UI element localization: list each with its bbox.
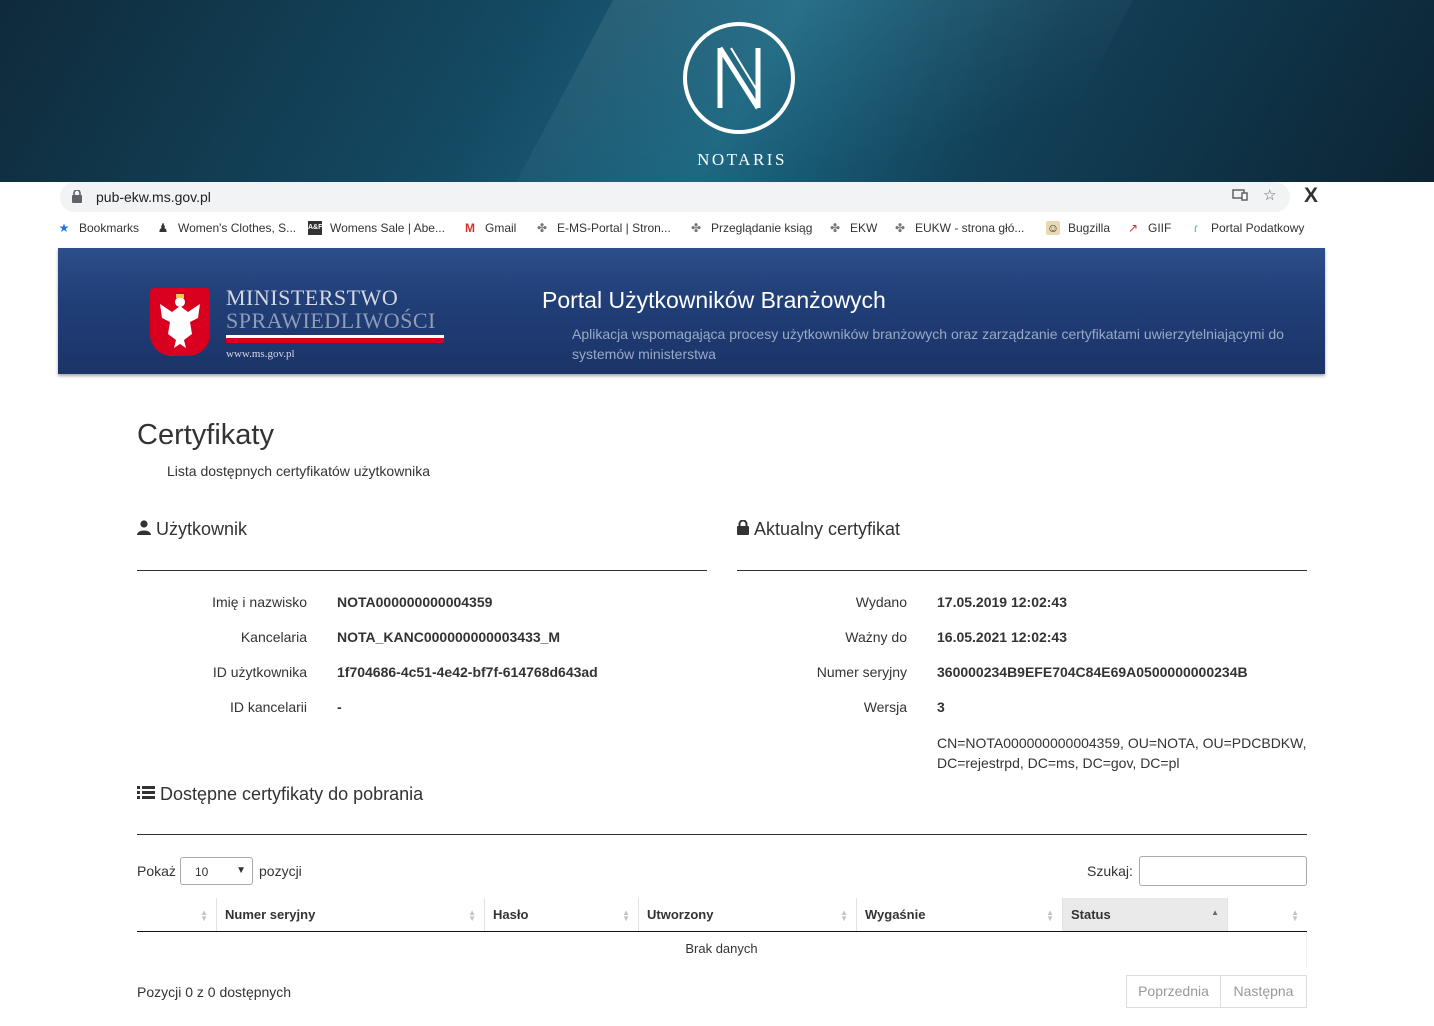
gmail-icon: M [465, 221, 475, 235]
bookmark-item[interactable]: ♟ Women's Clothes, S... [156, 221, 297, 235]
portal-subtitle: Aplikacja wspomagająca procesy użytkowni… [572, 326, 1284, 362]
valid-until-label: Ważny do [845, 629, 907, 645]
user-name-value: NOTA000000000004359 [337, 594, 493, 610]
column-header-status[interactable]: Status ▲ [1063, 898, 1228, 932]
bookmark-item[interactable]: ★ Bookmarks [57, 221, 139, 235]
polish-eagle-icon [150, 288, 210, 356]
ministry-url: www.ms.gov.pl [226, 348, 295, 360]
eagle-icon: ✤ [690, 221, 702, 235]
serial-number-value: 360000234B9EFE704C84E69A0500000000234B [937, 664, 1248, 680]
sort-icon: ▲ ▼ [200, 908, 208, 923]
downloads-section-divider [137, 834, 1307, 835]
address-url[interactable]: pub-ekw.ms.gov.pl [96, 189, 211, 205]
bookmark-item[interactable]: A&F Womens Sale | Abe... [308, 221, 445, 235]
close-button[interactable]: X [1304, 184, 1318, 208]
certificate-section-divider [737, 570, 1307, 571]
search-label: Szukaj: [1087, 863, 1133, 879]
eagle-icon: ✤ [536, 221, 548, 235]
flag-stripe-red [226, 338, 444, 343]
search-input[interactable] [1139, 856, 1307, 886]
page-title: Certyfikaty [137, 419, 274, 451]
bookmark-item[interactable]: M Gmail [463, 221, 516, 235]
version-label: Wersja [863, 699, 907, 715]
page-length-select[interactable]: 10 ▼ [180, 857, 253, 885]
next-page-button[interactable]: Następna [1220, 975, 1307, 1008]
install-app-icon[interactable] [1232, 188, 1248, 206]
version-value: 3 [937, 699, 945, 715]
valid-until-value: 16.05.2021 12:02:43 [937, 629, 1067, 645]
bookmark-item[interactable]: ↗ GIIF [1126, 221, 1171, 235]
sort-icon: ▲ ▼ [468, 908, 476, 923]
show-label: Pokaż [137, 863, 176, 879]
user-name-label: Imię i nazwisko [212, 594, 307, 610]
eagle-icon: ✤ [829, 221, 841, 235]
chart-icon: ↗ [1127, 221, 1139, 235]
bug-icon: ☺ [1046, 221, 1060, 235]
page-subtitle: Lista dostępnych certyfikatów użytkownik… [167, 463, 431, 479]
sort-icon: ▲ ▼ [1046, 908, 1054, 923]
bookmarks-bar: ★ Bookmarks ♟ Women's Clothes, S... A&F … [0, 218, 1434, 240]
user-id-value: 1f704686-4c51-4e42-bf7f-614768d643ad [337, 664, 598, 680]
eagle-icon: ✤ [894, 221, 906, 235]
browser-chrome: pub-ekw.ms.gov.pl ☆ X ★ Bookmarks ♟ Wome… [0, 182, 1434, 248]
bookmark-item[interactable]: ☺ Bugzilla [1046, 221, 1110, 235]
certificate-dn: CN=NOTA000000000004359, OU=NOTA, OU=PDCB… [937, 735, 1307, 771]
office-value: NOTA_KANC000000000003433_M [337, 629, 561, 645]
table-info: Pozycji 0 z 0 dostępnych [137, 984, 292, 1000]
portal-icon: ɾ [1194, 221, 1198, 235]
notaris-banner: NOTARIS [0, 0, 1434, 182]
sort-icon: ▲ ▼ [622, 908, 630, 923]
lock-icon [72, 189, 82, 208]
bookmark-item[interactable]: ✤ Przeglądanie ksiąg [689, 221, 812, 235]
column-header-password[interactable]: Hasło ▲ ▼ [485, 898, 639, 932]
issued-label: Wydano [855, 594, 907, 610]
bookmark-item[interactable]: ✤ E-MS-Portal | Stron... [535, 221, 671, 235]
lock-icon [737, 519, 749, 540]
column-header-blank[interactable]: ▲ ▼ [137, 898, 217, 932]
notaris-logo-text: NOTARIS [697, 150, 787, 169]
downloads-section-heading: Dostępne certyfikaty do pobrania [137, 784, 423, 805]
show-suffix-label: pozycji [259, 863, 302, 879]
portal-title: Portal Użytkowników Branżowych [542, 287, 886, 313]
column-header-serial[interactable]: Numer seryjny ▲ ▼ [217, 898, 485, 932]
user-section-heading: Użytkownik [137, 519, 247, 540]
list-icon [137, 784, 155, 805]
table-empty-row: Brak danych [137, 932, 1307, 968]
portal-header: MINISTERSTWO SPRAWIEDLIWOŚCI www.ms.gov.… [58, 248, 1325, 374]
column-header-actions[interactable]: ▲ ▼ [1228, 898, 1307, 932]
certificate-section-heading: Aktualny certyfikat [737, 519, 900, 540]
sort-icon: ▲ ▼ [840, 908, 848, 923]
dropdown-arrow-icon: ▼ [236, 865, 246, 876]
notaris-logo-icon [683, 22, 795, 134]
column-header-created[interactable]: Utworzony ▲ ▼ [639, 898, 857, 932]
user-id-label: ID użytkownika [212, 664, 307, 680]
bookmark-item[interactable]: ɾ Portal Podatkowy [1189, 221, 1304, 235]
bookmark-star-icon[interactable]: ☆ [1263, 186, 1276, 204]
office-label: Kancelaria [240, 629, 307, 645]
issued-value: 17.05.2019 12:02:43 [937, 594, 1067, 610]
af-icon: A&F [308, 221, 322, 235]
bookmark-item[interactable]: ✤ EUKW - strona głó... [893, 221, 1024, 235]
ministry-name-line2: SPRAWIEDLIWOŚCI [226, 308, 436, 333]
previous-page-button[interactable]: Poprzednia [1126, 975, 1221, 1008]
office-id-label: ID kancelarii [229, 699, 307, 715]
sort-icon: ▲ ▼ [1291, 908, 1299, 923]
figure-icon: ♟ [157, 221, 169, 235]
bookmark-item[interactable]: ✤ EKW [828, 221, 877, 235]
address-bar[interactable]: pub-ekw.ms.gov.pl ☆ [60, 182, 1290, 212]
serial-number-label: Numer seryjny [816, 664, 907, 680]
column-header-expires[interactable]: Wygaśnie ▲ ▼ [857, 898, 1063, 932]
office-id-value: - [337, 699, 342, 715]
star-icon: ★ [58, 221, 70, 235]
sort-ascending-icon: ▲ [1211, 908, 1219, 917]
user-section-divider [137, 570, 707, 571]
user-icon [137, 519, 151, 540]
